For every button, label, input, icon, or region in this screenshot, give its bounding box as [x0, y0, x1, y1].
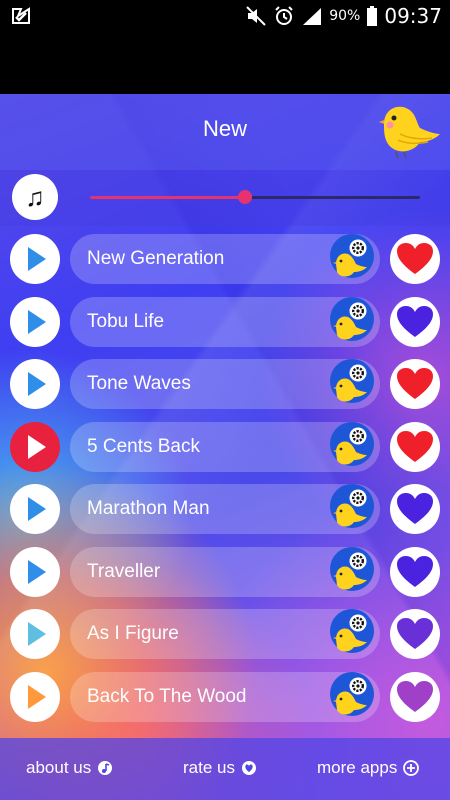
- player-controls: ♫: [0, 170, 450, 226]
- song-title: 5 Cents Back: [87, 435, 200, 457]
- song-title: Back To The Wood: [87, 685, 247, 707]
- song-title: Marathon Man: [87, 498, 210, 519]
- song-title: Tobu Life: [87, 310, 165, 332]
- play-button[interactable]: [10, 546, 60, 597]
- status-bar: 90% 09:37: [0, 0, 450, 32]
- favorite-button[interactable]: [390, 234, 440, 284]
- heart-filled-icon: [397, 430, 433, 462]
- play-icon: [28, 497, 46, 521]
- song-title: Traveller: [87, 560, 161, 582]
- battery-icon: [367, 6, 378, 26]
- bird-gear-icon: [333, 427, 367, 464]
- favorite-button[interactable]: [390, 484, 440, 534]
- bird-gear-icon: [333, 489, 367, 527]
- play-icon: [28, 372, 46, 396]
- rate-us-button[interactable]: rate us: [183, 758, 257, 778]
- song-row: Back To The Wood: [0, 669, 450, 725]
- more-apps-label: more apps: [317, 758, 398, 777]
- heart-outline-icon: [397, 305, 433, 337]
- plus-circle-icon: [403, 760, 420, 776]
- header: New: [0, 94, 450, 170]
- rate-us-label: rate us: [183, 758, 235, 777]
- favorite-button[interactable]: [390, 546, 440, 597]
- play-icon: [28, 434, 46, 459]
- music-disc-icon: [98, 761, 113, 775]
- play-button[interactable]: [10, 609, 60, 659]
- battery-percent: 90%: [329, 8, 361, 24]
- heart-outline-icon: [397, 618, 433, 649]
- play-button[interactable]: [10, 671, 60, 722]
- play-icon: [28, 559, 46, 584]
- bird-gear-icon: [333, 239, 367, 277]
- bird-gear-icon: [333, 677, 367, 714]
- heart-outline-icon: [397, 555, 433, 587]
- heart-outline-icon: [397, 493, 433, 524]
- play-button[interactable]: [10, 296, 60, 347]
- song-row: As I Figure: [0, 606, 450, 662]
- favorite-button[interactable]: [390, 421, 440, 472]
- play-button[interactable]: [10, 359, 60, 409]
- favorite-button[interactable]: [390, 359, 440, 409]
- music-note-icon[interactable]: ♫: [12, 174, 58, 220]
- bird-gear-icon: [333, 614, 367, 652]
- set-ringtone-button[interactable]: [330, 484, 374, 528]
- play-button[interactable]: [10, 484, 60, 534]
- play-icon: [28, 309, 46, 334]
- song-title: New Generation: [87, 248, 225, 269]
- play-icon: [28, 247, 46, 271]
- alarm-icon: [275, 6, 293, 25]
- clock: 09:37: [384, 4, 442, 28]
- set-ringtone-button[interactable]: [330, 609, 374, 653]
- favorite-button[interactable]: [390, 671, 440, 722]
- set-ringtone-button[interactable]: [330, 359, 374, 403]
- volume-slider-fill: [90, 196, 246, 199]
- song-row: New Generation: [0, 231, 450, 287]
- set-ringtone-button[interactable]: [330, 421, 374, 466]
- mute-icon: [246, 6, 266, 26]
- song-title: As I Figure: [87, 623, 179, 644]
- bird-gear-icon: [333, 302, 367, 339]
- about-us-label: about us: [26, 758, 92, 777]
- set-ringtone-button[interactable]: [330, 546, 374, 591]
- bottom-nav: about us rate us more apps: [0, 738, 450, 800]
- play-icon: [28, 684, 46, 709]
- play-icon: [28, 622, 46, 646]
- set-ringtone-button[interactable]: [330, 234, 374, 278]
- volume-slider[interactable]: [90, 190, 420, 204]
- play-button[interactable]: [10, 421, 60, 472]
- bird-gear-icon: [333, 552, 367, 589]
- app-screen: New ♫ New Generation Tobu Life Tone Waves 5…: [0, 94, 450, 800]
- song-row: Marathon Man: [0, 481, 450, 537]
- song-row: Traveller: [0, 544, 450, 600]
- bird-gear-icon: [333, 364, 367, 402]
- set-ringtone-button[interactable]: [330, 671, 374, 716]
- song-title: Tone Waves: [87, 373, 191, 394]
- yellow-bird-icon: [379, 106, 440, 159]
- toolbar-spacer: [0, 32, 450, 94]
- more-apps-button[interactable]: more apps: [317, 758, 420, 778]
- song-row: 5 Cents Back: [0, 419, 450, 475]
- about-us-button[interactable]: about us: [26, 758, 113, 778]
- app-check-icon: [12, 7, 30, 24]
- heart-filled-icon: [397, 243, 433, 274]
- heart-circle-icon: [241, 761, 256, 775]
- volume-slider-thumb[interactable]: [238, 190, 253, 204]
- set-ringtone-button[interactable]: [330, 296, 374, 341]
- favorite-button[interactable]: [390, 296, 440, 347]
- signal-icon: [303, 8, 322, 25]
- status-icons: 90% 09:37: [245, 0, 442, 32]
- song-row: Tone Waves: [0, 356, 450, 412]
- song-row: Tobu Life: [0, 294, 450, 350]
- heart-filled-icon: [397, 368, 433, 399]
- play-button[interactable]: [10, 234, 60, 284]
- favorite-button[interactable]: [390, 609, 440, 659]
- heart-outline-icon: [397, 680, 433, 712]
